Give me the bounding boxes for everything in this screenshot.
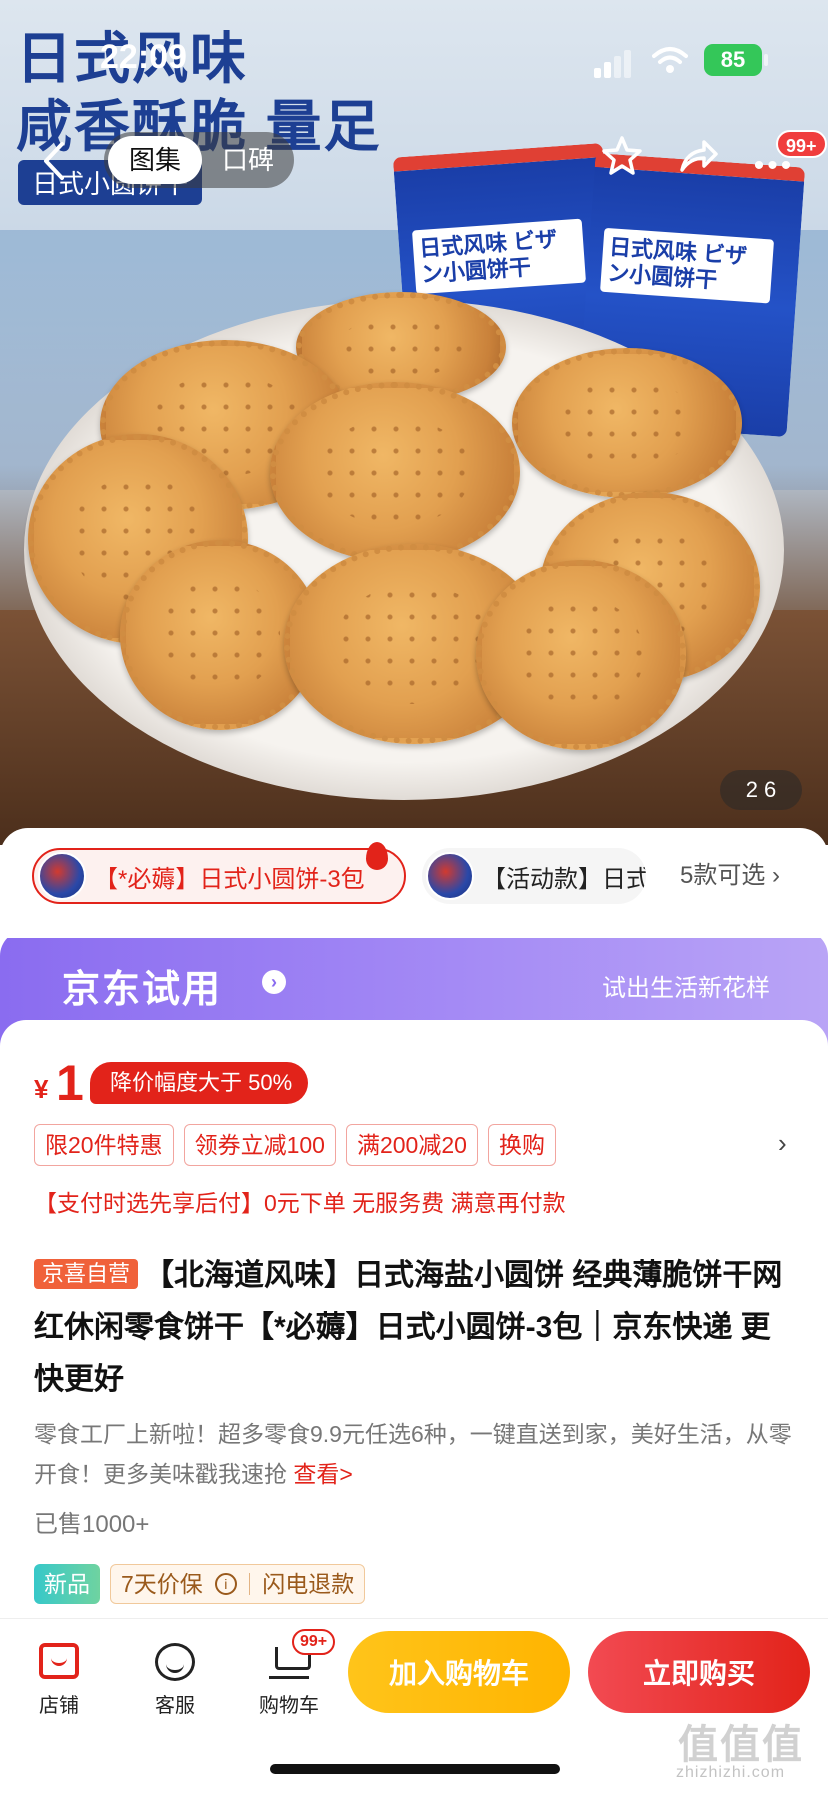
store-label: 店铺 (39, 1695, 79, 1717)
promo-description-text: 零食工厂上新啦！超多零食9.9元任选6种，一键直送到家，美好生活，从零开食！更多… (34, 1421, 792, 1487)
bag-label: 日式风味 ビザン小圆饼干 (600, 227, 775, 304)
promo-tag[interactable]: 领券立减100 (183, 1124, 336, 1166)
gallery-tab-switch: 图集 口碑 (104, 132, 294, 188)
buy-now-button[interactable]: 立即购买 (588, 1631, 810, 1713)
store-icon (39, 1643, 79, 1679)
cookie-image (270, 382, 520, 562)
home-indicator[interactable] (270, 1764, 560, 1774)
chevron-right-icon[interactable]: › (778, 1128, 787, 1159)
price-currency: ¥ (34, 1074, 49, 1104)
watermark: 值值值 (678, 1723, 804, 1767)
battery-tip (764, 54, 768, 66)
variant-selector: 【*必薅】日式小圆饼-3包 【活动款】日式小圆 5款可选 › (0, 828, 828, 938)
promo-description: 零食工厂上新啦！超多零食9.9元任选6种，一键直送到家，美好生活，从零开食！更多… (34, 1414, 794, 1494)
star-icon (602, 136, 642, 175)
back-button[interactable] (38, 138, 72, 184)
refund-label: 闪电退款 (262, 1571, 355, 1597)
tab-reviews[interactable]: 口碑 (206, 136, 290, 184)
promo-tag[interactable]: 满200减20 (345, 1124, 478, 1166)
product-info-card: ¥ 1 降价幅度大于 50% 限20件特惠 领券立减100 满200减20 换购… (0, 1020, 828, 1626)
customer-service-button[interactable]: 客服 (130, 1637, 220, 1718)
new-product-tag: 新品 (34, 1564, 100, 1604)
product-title-text: 【北海道风味】日式海盐小圆饼 经典薄脆饼干网红休闲零食饼干【*必薅】日式小圆饼-… (34, 1259, 783, 1396)
product-image-gallery[interactable]: 日式风味 ビザン小圆饼干 日式风味 ビザン小圆饼干 日式风味 咸香酥脆 量足 日… (0, 0, 828, 845)
cart-label: 购物车 (259, 1695, 319, 1717)
price-drop-tag: 降价幅度大于 50% (90, 1062, 309, 1104)
promo-tag[interactable]: 换购 (487, 1124, 556, 1166)
sold-count: 已售1000+ (34, 1511, 150, 1538)
bag-label: 日式风味 ビザン小圆饼干 (411, 218, 587, 295)
variant-thumbnail (426, 852, 474, 900)
variant-label: 【*必薅】日式小圆饼-3包 (94, 865, 365, 893)
self-operated-tag: 京喜自营 (34, 1259, 139, 1289)
message-badge: 99+ (776, 130, 827, 158)
status-time: 22:09 (100, 38, 187, 76)
price-value: 1 (56, 1055, 84, 1111)
price-guarantee-label: 7天价保 (121, 1571, 203, 1597)
cookie-image (476, 560, 686, 750)
view-more-link[interactable]: 查看> (293, 1461, 352, 1487)
promo-list[interactable]: 限20件特惠 领券立减100 满200减20 换购 (34, 1124, 556, 1166)
pay-later-info[interactable]: 【支付时选先享后付】0元下单 无服务费 满意再付款 (34, 1184, 566, 1218)
share-icon (680, 140, 718, 172)
divider (248, 1573, 251, 1595)
variant-option[interactable]: 【活动款】日式小圆 (422, 848, 646, 904)
variant-thumbnail (38, 852, 86, 900)
price-guarantee-tag[interactable]: 7天价保 i 闪电退款 (110, 1564, 366, 1604)
wifi-icon (652, 47, 688, 73)
cart-button[interactable]: 99+ 购物车 (244, 1629, 336, 1718)
image-counter: 2 6 (720, 770, 802, 810)
tab-gallery[interactable]: 图集 (108, 136, 202, 184)
product-title: 京喜自营 【北海道风味】日式海盐小圆饼 经典薄脆饼干网红休闲零食饼干【*必薅】日式… (34, 1250, 794, 1406)
service-tags: 新品 7天价保 i 闪电退款 (34, 1564, 366, 1604)
variant-option-selected[interactable]: 【*必薅】日式小圆饼-3包 (32, 848, 406, 904)
chat-smile-icon (155, 1643, 195, 1681)
watermark-url: zhizhizhi.com (676, 1764, 786, 1781)
cart-badge: 99+ (292, 1629, 336, 1655)
info-icon[interactable]: i (214, 1573, 237, 1595)
share-button[interactable] (672, 134, 724, 186)
cellular-signal-icon (594, 50, 634, 78)
promo-tag[interactable]: 限20件特惠 (34, 1124, 174, 1166)
hot-flame-icon (366, 842, 388, 870)
variant-label: 【活动款】日式小圆 (482, 865, 646, 893)
add-to-cart-button[interactable]: 加入购物车 (348, 1631, 570, 1713)
trial-title: 京东试用 (62, 969, 223, 1011)
favorite-button[interactable] (596, 134, 648, 186)
chevron-right-icon: › (262, 970, 286, 994)
trial-slogan: 试出生活新花样 (602, 975, 770, 1002)
battery-indicator: 85 (704, 44, 762, 76)
store-button[interactable]: 店铺 (14, 1637, 104, 1718)
cookie-image (512, 348, 742, 498)
customer-service-label: 客服 (155, 1695, 195, 1717)
more-variants-link[interactable]: 5款可选 › (680, 848, 780, 904)
chevron-left-icon (44, 142, 64, 180)
